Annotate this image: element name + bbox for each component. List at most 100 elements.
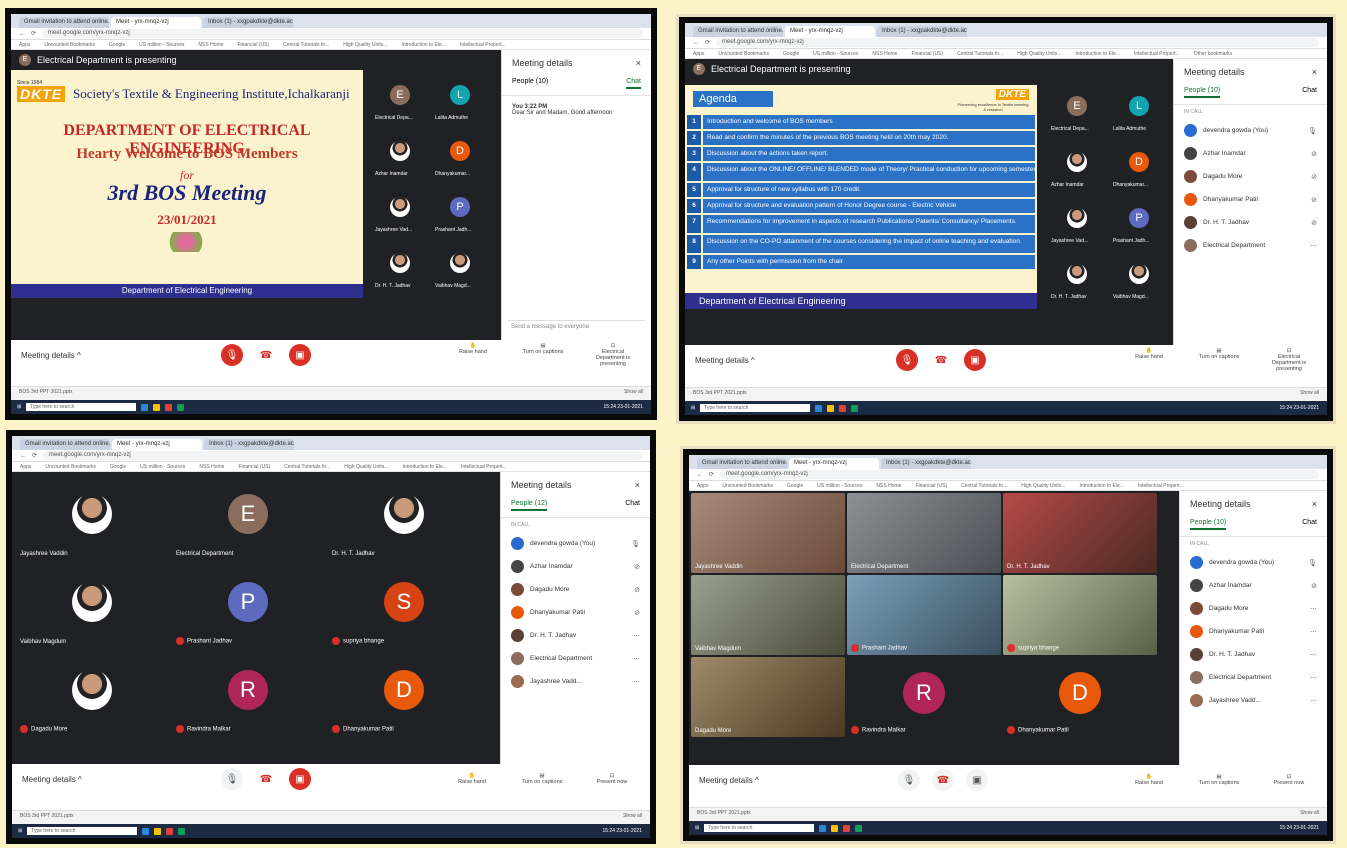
browser-tab[interactable]: Meet - yrx-mnqz-vzj <box>789 458 879 469</box>
tab-chat[interactable]: Chat <box>626 78 641 89</box>
tab-chat[interactable]: Chat <box>1302 87 1317 98</box>
url-input[interactable]: meet.google.com/yrx-mnqz-vzj <box>43 451 642 460</box>
browser-tab[interactable]: Gmail invitation to attend online... <box>697 458 787 469</box>
participant-list-item[interactable]: Dhanyakumar Patil ⊘ <box>501 601 650 624</box>
reload-icon[interactable]: ⟳ <box>31 30 36 37</box>
back-icon[interactable]: ← <box>20 453 26 459</box>
bookmark[interactable]: Apps <box>693 51 704 57</box>
participant-list-item[interactable]: Dagadu More ⋯ <box>1180 597 1327 620</box>
participant-list-item[interactable]: Dr. H. T. Jadhav ⋯ <box>501 624 650 647</box>
participant-list-item[interactable]: Dagadu More ⊘ <box>501 578 650 601</box>
bookmark[interactable]: US million - Sources <box>817 483 862 489</box>
taskbar-search[interactable]: Type here to search <box>700 404 811 412</box>
raise-hand-button[interactable]: ✋ Raise hand <box>1125 348 1173 372</box>
participant-list-item[interactable]: devendra gowda (You) 🎙 <box>1180 551 1327 574</box>
present-now-button[interactable]: ⊡ Present now <box>588 773 636 785</box>
bookmark[interactable]: Uncounted Bookmarks <box>722 483 773 489</box>
captions-button[interactable]: ▤ Turn on captions <box>1195 774 1243 786</box>
reload-icon[interactable]: ⟳ <box>32 452 37 459</box>
reload-icon[interactable]: ⟳ <box>709 471 714 478</box>
participant-list-item[interactable]: Dr. H. T. Jadhav ⊘ <box>1174 211 1327 234</box>
browser-tab[interactable]: Inbox (1) - xxgpakdkte@dkte.ac.in <box>877 26 967 37</box>
browser-tab[interactable]: Meet - yrx-mnqz-vzj <box>112 439 202 450</box>
taskbar-app-icon[interactable] <box>831 824 839 832</box>
bookmark[interactable]: Central Tutorials fo... <box>283 42 329 48</box>
download-file[interactable]: BOS 3rd PPT 2021.pptx <box>697 810 751 816</box>
hang-up-button[interactable]: ☎ <box>255 768 277 790</box>
participant-list-item[interactable]: Azhar Inamdar ⊘ <box>501 555 650 578</box>
browser-tab[interactable]: Gmail invitation to attend online... <box>693 26 783 37</box>
participant-list-item[interactable]: Jayashree Vadd... ⋯ <box>501 670 650 693</box>
participant-list-item[interactable]: Azhar Inamdar ⊘ <box>1174 142 1327 165</box>
taskbar-app-icon[interactable] <box>154 827 162 835</box>
hang-up-button[interactable]: ☎ <box>932 769 954 791</box>
meeting-details-toggle[interactable]: Meeting details ^ <box>699 776 759 785</box>
chat-input[interactable]: Send a message to everyone <box>508 320 645 334</box>
taskbar-app-icon[interactable] <box>851 404 859 412</box>
windows-start-icon[interactable]: ⊞ <box>695 825 699 831</box>
taskbar-app-icon[interactable] <box>153 403 161 411</box>
bookmark[interactable]: NSS Home <box>198 42 223 48</box>
captions-button[interactable]: ▤ Turn on captions <box>519 343 567 367</box>
bookmark[interactable]: Introduction to Ele... <box>1079 483 1123 489</box>
taskbar-app-icon[interactable] <box>815 404 823 412</box>
participant-list-item[interactable]: Dr. H. T. Jadhav ⋯ <box>1180 643 1327 666</box>
bookmark[interactable]: Introduction to Ele... <box>1075 51 1119 57</box>
browser-tab[interactable]: Inbox (1) - xxgpakdkte@dkte.ac.in <box>204 439 294 450</box>
hang-up-button[interactable]: ☎ <box>930 349 952 371</box>
bookmark[interactable]: High Quality Units... <box>343 42 387 48</box>
meeting-details-toggle[interactable]: Meeting details ^ <box>695 356 755 365</box>
participant-list-item[interactable]: Electrical Department ⋯ <box>1180 666 1327 689</box>
hang-up-button[interactable]: ☎ <box>255 344 277 366</box>
camera-button[interactable]: ▣ <box>966 769 988 791</box>
taskbar-app-icon[interactable] <box>166 827 174 835</box>
captions-button[interactable]: ▤ Turn on captions <box>518 773 566 785</box>
bookmark[interactable]: Financial (US) <box>915 483 947 489</box>
presenting-button[interactable]: ⊡ Electrical Department is presenting <box>589 343 637 367</box>
bookmark[interactable]: Financial (US) <box>238 464 270 470</box>
bookmark[interactable]: Introduction to Ele... <box>401 42 445 48</box>
bookmark[interactable]: Central Tutorials fo... <box>957 51 1003 57</box>
bookmark[interactable]: Uncounted Bookmarks <box>718 51 769 57</box>
bookmark[interactable]: Google <box>783 51 799 57</box>
participant-list-item[interactable]: Azhar Inamdar ⊘ <box>1180 574 1327 597</box>
participant-list-item[interactable]: Jayashree Vadd... ⋯ <box>1180 689 1327 712</box>
reload-icon[interactable]: ⟳ <box>705 39 710 46</box>
bookmark[interactable]: NSS Home <box>199 464 224 470</box>
browser-tab[interactable]: Gmail invitation to attend online... <box>20 439 110 450</box>
meeting-details-toggle[interactable]: Meeting details ^ <box>21 351 81 360</box>
close-icon[interactable]: × <box>1312 499 1317 509</box>
windows-start-icon[interactable]: ⊞ <box>691 405 695 411</box>
back-icon[interactable]: ← <box>693 40 699 46</box>
tab-people[interactable]: People (10) <box>1190 519 1227 530</box>
bookmark[interactable]: High Quality Units... <box>1017 51 1061 57</box>
windows-start-icon[interactable]: ⊞ <box>17 404 21 410</box>
download-file[interactable]: BOS 3rd PPT 2021.pptx <box>19 389 73 395</box>
bookmark[interactable]: Apps <box>697 483 708 489</box>
close-icon[interactable]: × <box>635 480 640 490</box>
bookmark[interactable]: US million - Sources <box>140 464 185 470</box>
bookmark[interactable]: High Quality Units... <box>1021 483 1065 489</box>
show-all-button[interactable]: Show all <box>1300 810 1319 816</box>
tab-people[interactable]: People (12) <box>511 500 548 511</box>
bookmark[interactable]: Google <box>109 42 125 48</box>
taskbar-app-icon[interactable] <box>142 827 150 835</box>
bookmark[interactable]: Other bookmarks <box>1194 51 1232 57</box>
bookmark[interactable]: Introduction to Ele... <box>402 464 446 470</box>
taskbar-search[interactable]: Type here to search <box>26 403 137 411</box>
windows-start-icon[interactable]: ⊞ <box>18 828 22 834</box>
participant-list-item[interactable]: devendra gowda (You) 🎙 <box>1174 119 1327 142</box>
browser-tab[interactable]: Meet - yrx-mnqz-vzj <box>785 26 875 37</box>
camera-off-button[interactable]: ▣ <box>964 349 986 371</box>
raise-hand-button[interactable]: ✋ Raise hand <box>1125 774 1173 786</box>
bookmark[interactable]: Google <box>110 464 126 470</box>
taskbar-app-icon[interactable] <box>819 824 827 832</box>
back-icon[interactable]: ← <box>697 472 703 478</box>
tab-chat[interactable]: Chat <box>625 500 640 511</box>
bookmark[interactable]: NSS Home <box>872 51 897 57</box>
participant-list-item[interactable]: Electrical Department ⋯ <box>1174 234 1327 257</box>
taskbar-app-icon[interactable] <box>177 403 185 411</box>
bookmark[interactable]: Apps <box>20 464 31 470</box>
browser-tab[interactable]: Gmail invitation to attend online... <box>19 17 109 28</box>
bookmark[interactable]: Intellectual Propert... <box>1134 51 1180 57</box>
